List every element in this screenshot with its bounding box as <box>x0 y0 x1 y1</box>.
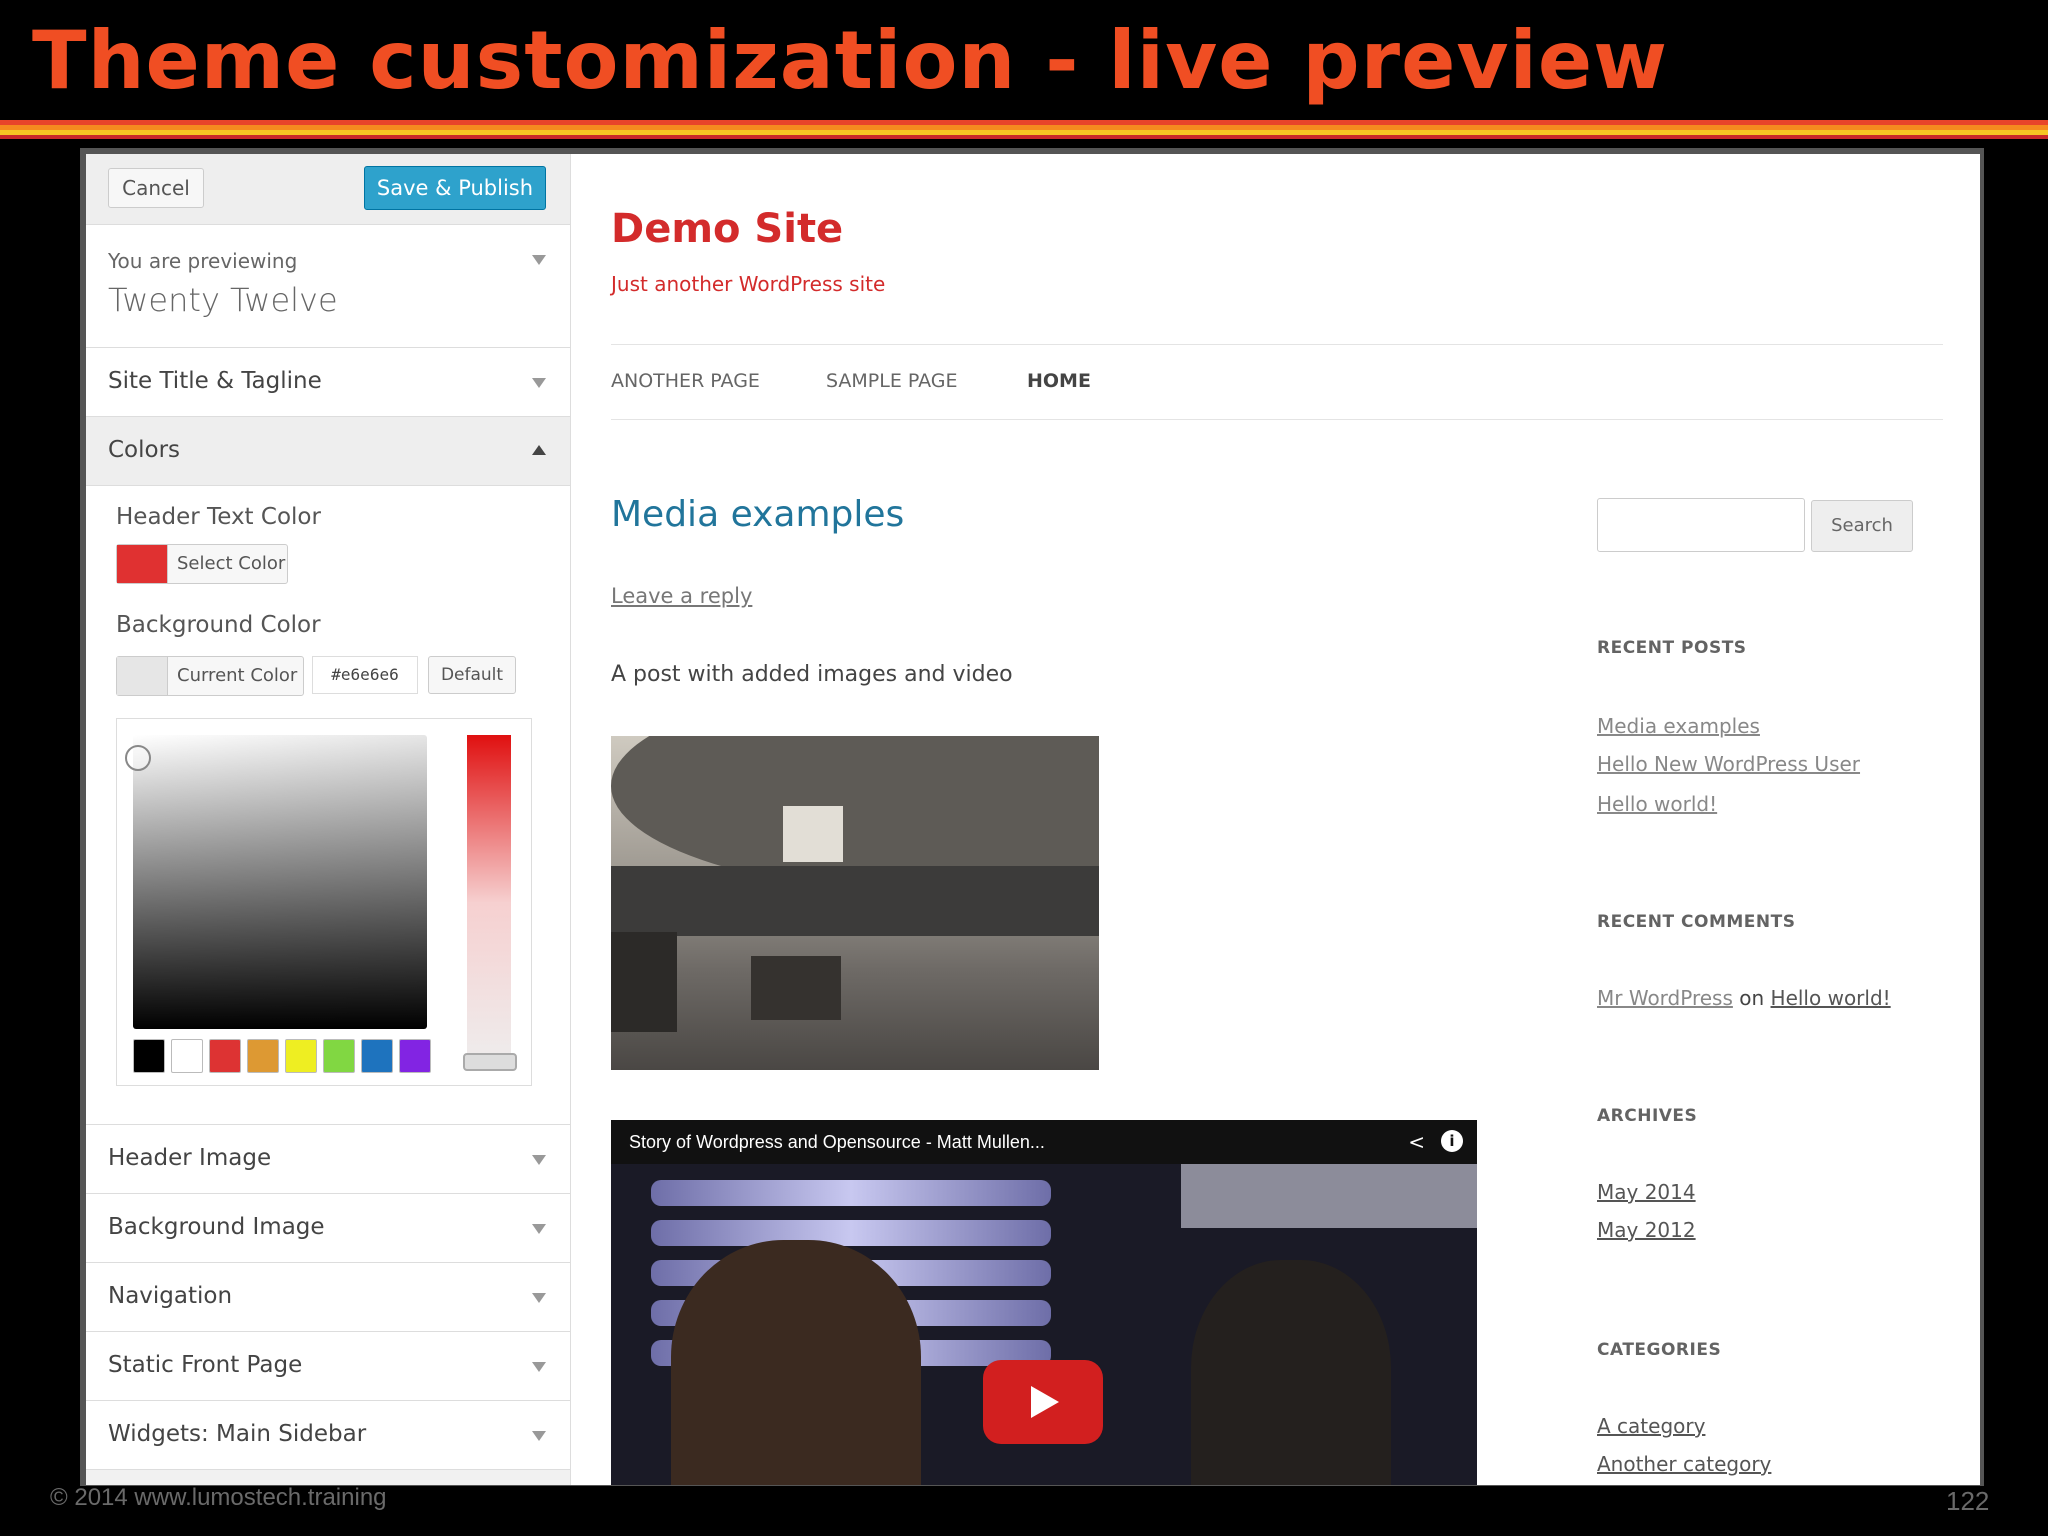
play-button[interactable] <box>983 1360 1103 1444</box>
section-static-front-page[interactable]: Static Front Page <box>86 1332 570 1401</box>
customizer-header: Cancel Save & Publish <box>86 154 570 225</box>
post-image[interactable] <box>611 736 1099 1070</box>
palette-swatch[interactable] <box>209 1039 241 1073</box>
recent-comment: Mr WordPress on Hello world! <box>1597 986 1891 1010</box>
archives-title: ARCHIVES <box>1597 1106 1698 1126</box>
recent-posts-title: RECENT POSTS <box>1597 638 1747 658</box>
palette-swatch[interactable] <box>133 1039 165 1073</box>
section-navigation[interactable]: Navigation <box>86 1263 570 1332</box>
select-color-label: Select Color <box>177 553 286 574</box>
chevron-down-icon <box>532 1155 546 1165</box>
post-content: A post with added images and video <box>611 662 1013 687</box>
background-hex-input[interactable]: #e6e6e6 <box>312 656 418 694</box>
section-label: Widgets: Main Sidebar <box>108 1421 367 1447</box>
background-color-title: Background Color <box>116 612 321 638</box>
section-widgets[interactable]: Widgets: Main Sidebar <box>86 1401 570 1470</box>
comment-post-link[interactable]: Hello world! <box>1771 986 1891 1010</box>
nav-item-home[interactable]: HOME <box>1027 370 1091 392</box>
saturation-value-area[interactable] <box>133 735 427 1029</box>
background-color-chip <box>117 657 168 695</box>
chevron-down-icon <box>532 1293 546 1303</box>
slide-footer: © 2014 www.lumostech.training <box>50 1484 387 1511</box>
archive-link[interactable]: May 2012 <box>1597 1218 1696 1242</box>
leave-reply-link[interactable]: Leave a reply <box>611 584 752 608</box>
site-sidebar: Search RECENT POSTS Media examples Hello… <box>1597 154 1957 1485</box>
video-embed[interactable]: Story of Wordpress and Opensource - Matt… <box>611 1120 1477 1485</box>
site-title[interactable]: Demo Site <box>611 206 843 252</box>
categories-title: CATEGORIES <box>1597 1340 1722 1360</box>
header-color-chip <box>117 545 168 583</box>
search-input[interactable] <box>1597 498 1805 552</box>
title-stripes <box>0 120 2048 144</box>
hue-slider-handle[interactable] <box>463 1053 517 1071</box>
site-tagline: Just another WordPress site <box>611 272 886 296</box>
background-current-color-button[interactable]: Current Color <box>116 656 304 696</box>
header-text-color-title: Header Text Color <box>116 504 321 530</box>
color-picker <box>116 718 532 1086</box>
palette-swatch[interactable] <box>285 1039 317 1073</box>
recent-post-link[interactable]: Hello New WordPress User <box>1597 752 1860 776</box>
hue-slider[interactable] <box>467 735 511 1071</box>
save-publish-button[interactable]: Save & Publish <box>364 166 546 210</box>
chevron-down-icon <box>532 1224 546 1234</box>
recent-post-link[interactable]: Media examples <box>1597 714 1760 738</box>
post-title[interactable]: Media examples <box>611 494 904 535</box>
palette-swatch[interactable] <box>361 1039 393 1073</box>
theme-name: Twenty Twelve <box>108 281 338 319</box>
palette-swatch[interactable] <box>247 1039 279 1073</box>
palette-swatch[interactable] <box>399 1039 431 1073</box>
header-color-select-button[interactable]: Select Color <box>116 544 288 584</box>
customizer-screen: Cancel Save & Publish You are previewing… <box>86 154 1980 1485</box>
current-color-label: Current Color <box>177 665 298 686</box>
recent-post-link[interactable]: Hello world! <box>1597 792 1717 816</box>
page-number: 122 <box>1946 1486 1990 1516</box>
section-colors[interactable]: Colors <box>86 417 570 486</box>
search-button[interactable]: Search <box>1811 500 1913 552</box>
cancel-button[interactable]: Cancel <box>108 168 204 208</box>
chevron-down-icon <box>532 378 546 388</box>
archive-link[interactable]: May 2014 <box>1597 1180 1696 1204</box>
section-label: Navigation <box>108 1283 233 1309</box>
section-background-image[interactable]: Background Image <box>86 1194 570 1263</box>
chevron-down-icon <box>532 255 546 265</box>
palette-swatch[interactable] <box>323 1039 355 1073</box>
chevron-down-icon <box>532 1362 546 1372</box>
comment-author-link[interactable]: Mr WordPress <box>1597 986 1733 1010</box>
video-title[interactable]: Story of Wordpress and Opensource - Matt… <box>629 1132 1045 1153</box>
colors-controls: Header Text Color Select Color Backgroun… <box>86 486 570 1125</box>
site-preview: Demo Site Just another WordPress site AN… <box>571 154 1980 1485</box>
default-color-button[interactable]: Default <box>428 656 516 694</box>
category-link[interactable]: Another category <box>1597 1452 1771 1476</box>
share-icon[interactable]: < <box>1408 1130 1425 1154</box>
nav-item-sample-page[interactable]: SAMPLE PAGE <box>826 370 958 392</box>
theme-preview-info[interactable]: You are previewing Twenty Twelve <box>86 225 570 348</box>
section-site-title[interactable]: Site Title & Tagline <box>86 348 570 417</box>
previewing-label: You are previewing <box>108 249 298 273</box>
picker-handle[interactable] <box>125 745 151 771</box>
play-icon <box>1031 1386 1059 1418</box>
video-title-bar: Story of Wordpress and Opensource - Matt… <box>611 1120 1477 1164</box>
info-icon[interactable]: i <box>1441 1130 1463 1152</box>
recent-comments-title: RECENT COMMENTS <box>1597 912 1796 932</box>
chevron-up-icon <box>532 445 546 455</box>
section-label: Header Image <box>108 1145 272 1171</box>
palette-swatch[interactable] <box>171 1039 203 1073</box>
section-label: Colors <box>108 437 181 463</box>
customizer-panel: Cancel Save & Publish You are previewing… <box>86 154 571 1485</box>
section-label: Background Image <box>108 1214 325 1240</box>
comment-on-text: on <box>1739 986 1765 1010</box>
category-link[interactable]: A category <box>1597 1414 1705 1438</box>
chevron-down-icon <box>532 1431 546 1441</box>
slide-title: Theme customization - live preview <box>32 14 1669 107</box>
section-label: Site Title & Tagline <box>108 368 322 394</box>
section-header-image[interactable]: Header Image <box>86 1125 570 1194</box>
section-label: Static Front Page <box>108 1352 303 1378</box>
nav-item-another-page[interactable]: ANOTHER PAGE <box>611 370 760 392</box>
